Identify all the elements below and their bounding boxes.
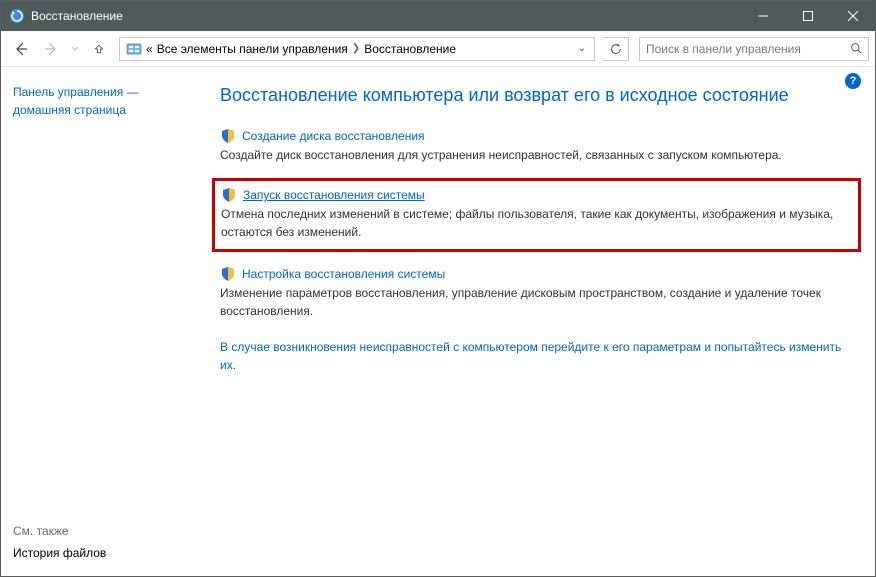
help-icon[interactable]: ? — [845, 73, 861, 89]
close-button[interactable] — [830, 1, 875, 31]
forward-button[interactable] — [37, 35, 65, 63]
control-panel-icon — [126, 41, 142, 57]
search-box[interactable] — [639, 37, 869, 61]
recovery-app-icon — [9, 8, 25, 24]
shield-icon — [220, 128, 236, 144]
create-recovery-drive-link[interactable]: Создание диска восстановления — [242, 129, 425, 143]
minimize-button[interactable] — [740, 1, 785, 31]
breadcrumb-prefix: « — [146, 42, 153, 56]
content-area: ? Восстановление компьютера или возврат … — [196, 67, 875, 576]
page-heading: Восстановление компьютера или возврат ег… — [220, 85, 851, 106]
breadcrumb-current[interactable]: Восстановление — [364, 42, 456, 56]
sidebar: Панель управления — домашняя страница См… — [1, 67, 196, 576]
create-recovery-drive-section: Создание диска восстановления Создайте д… — [220, 128, 851, 164]
recent-dropdown-button[interactable] — [67, 35, 83, 63]
title-bar: Восстановление — [1, 1, 875, 31]
breadcrumb-parent[interactable]: Все элементы панели управления — [157, 42, 348, 56]
breadcrumb-dropdown-icon[interactable]: ⌄ — [578, 43, 592, 54]
up-button[interactable] — [85, 35, 113, 63]
chevron-right-icon: ❯ — [352, 43, 360, 54]
troubleshoot-settings-link[interactable]: В случае возникновения неисправностей с … — [220, 338, 851, 374]
see-also-label: См. также — [13, 524, 184, 538]
window-title: Восстановление — [31, 9, 740, 23]
configure-system-restore-desc: Изменение параметров восстановления, упр… — [220, 285, 851, 320]
open-system-restore-link[interactable]: Запуск восстановления системы — [243, 188, 425, 202]
back-button[interactable] — [7, 35, 35, 63]
breadcrumb-text: « Все элементы панели управления ❯ Восст… — [146, 42, 456, 56]
search-icon[interactable] — [844, 42, 868, 55]
nav-toolbar: « Все элементы панели управления ❯ Восст… — [1, 31, 875, 67]
configure-system-restore-section: Настройка восстановления системы Изменен… — [220, 266, 851, 320]
maximize-button[interactable] — [785, 1, 830, 31]
shield-icon — [221, 187, 237, 203]
create-recovery-drive-desc: Создайте диск восстановления для устране… — [220, 147, 851, 164]
file-history-link[interactable]: История файлов — [13, 546, 184, 560]
shield-icon — [220, 266, 236, 282]
configure-system-restore-link[interactable]: Настройка восстановления системы — [242, 267, 445, 281]
highlighted-section: Запуск восстановления системы Отмена пос… — [212, 178, 861, 252]
open-system-restore-desc: Отмена последних изменений в системе; фа… — [221, 206, 850, 241]
search-input[interactable] — [640, 42, 844, 56]
window-controls — [740, 1, 875, 31]
control-panel-home-link[interactable]: Панель управления — домашняя страница — [13, 83, 184, 119]
breadcrumb[interactable]: « Все элементы панели управления ❯ Восст… — [119, 37, 595, 61]
refresh-button[interactable] — [603, 37, 629, 61]
